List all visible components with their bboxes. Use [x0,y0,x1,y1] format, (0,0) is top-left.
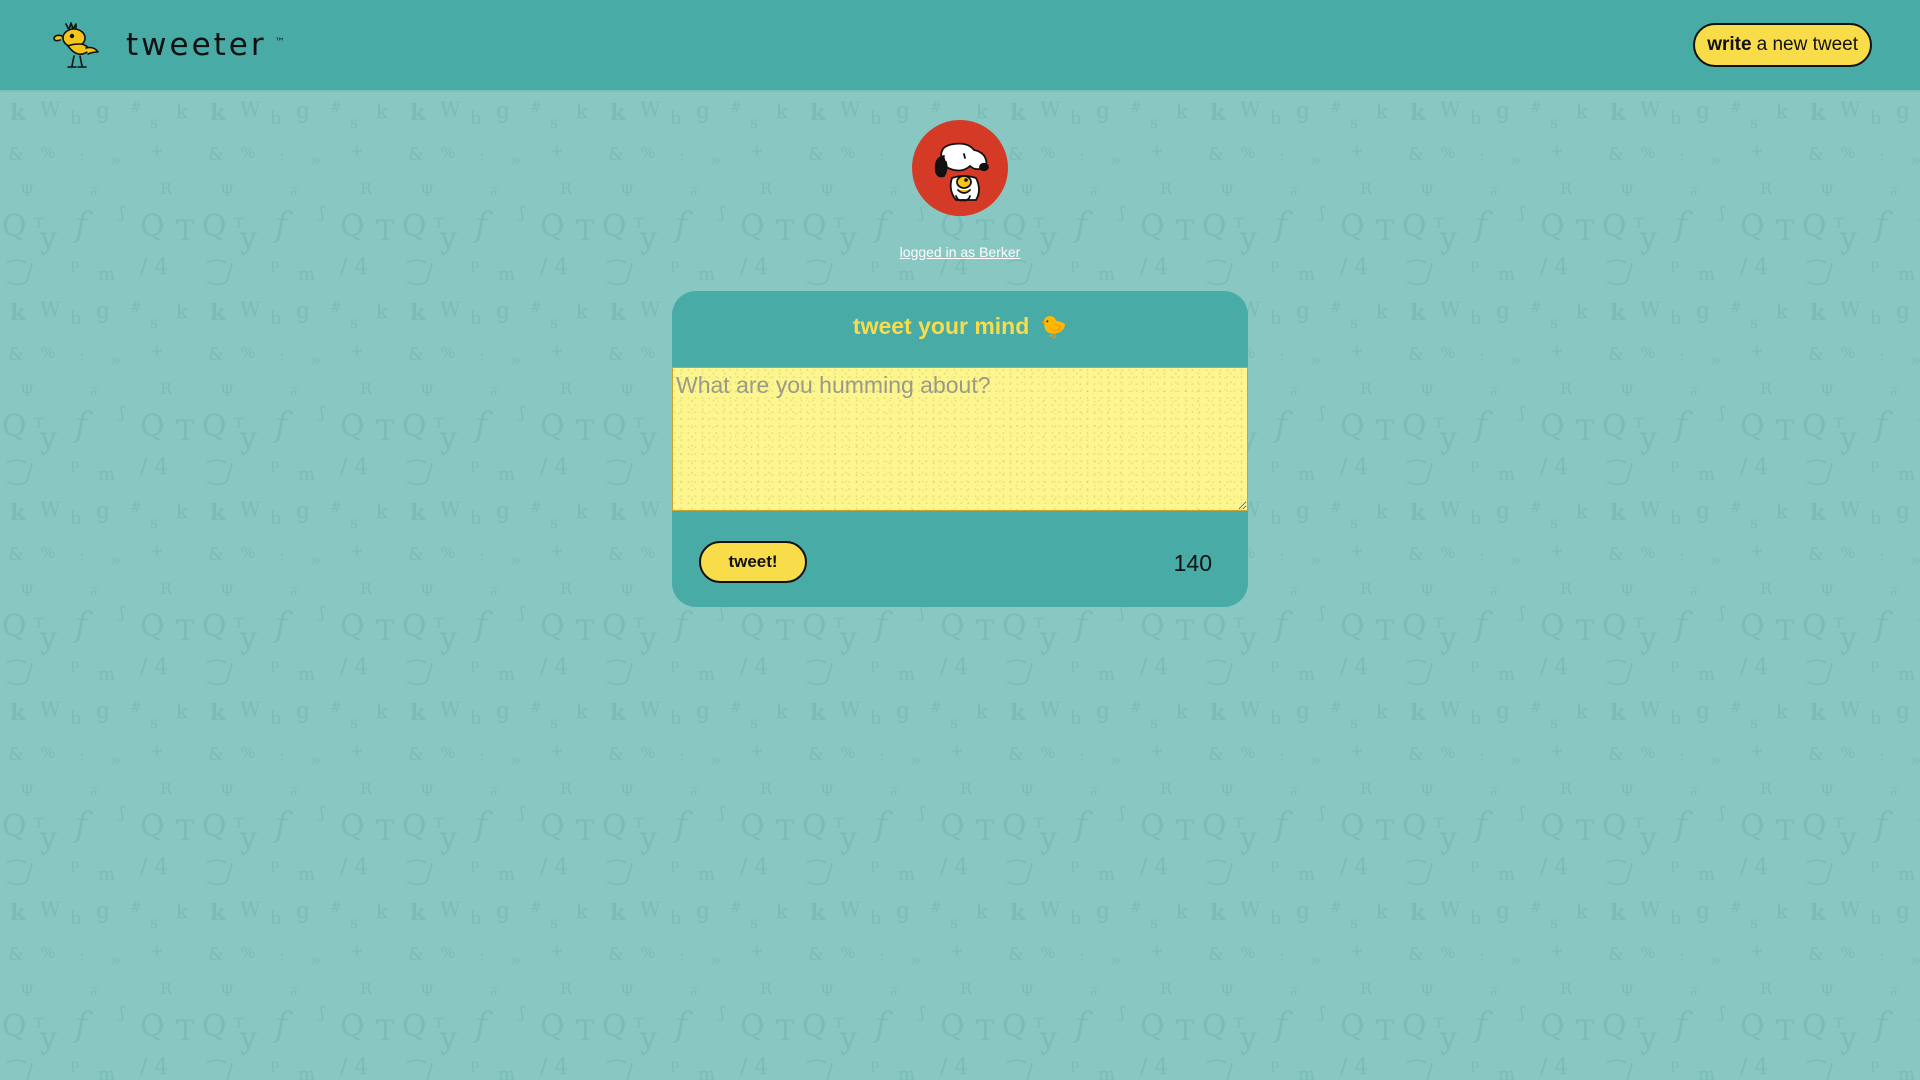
tweet-textarea[interactable] [672,367,1248,511]
tweet-submit-button[interactable]: tweet! [699,541,807,583]
snoopy-avatar [934,142,989,202]
woodstock-bird-icon [53,22,99,68]
chick-icon: 🐤 [1039,314,1068,339]
compose-title: tweet your mind 🐤 [672,313,1248,340]
brand-name: tweeter [126,27,267,63]
write-new-tweet-button[interactable]: write a new tweet [1693,23,1872,67]
compose-card: tweet your mind 🐤 tweet! 140 [672,291,1248,607]
trademark-mark: ™ [274,36,285,48]
character-counter: 140 [1173,550,1212,576]
write-button-strong: write [1707,34,1752,55]
top-nav: tweeter ™ write a new tweet [0,0,1920,90]
brand[interactable]: tweeter ™ [52,18,285,72]
avatar [912,120,1008,216]
write-button-rest: a new tweet [1756,34,1858,55]
compose-title-text: tweet your mind [852,313,1030,339]
logged-in-user-link[interactable]: logged in as Berker [0,244,1920,260]
